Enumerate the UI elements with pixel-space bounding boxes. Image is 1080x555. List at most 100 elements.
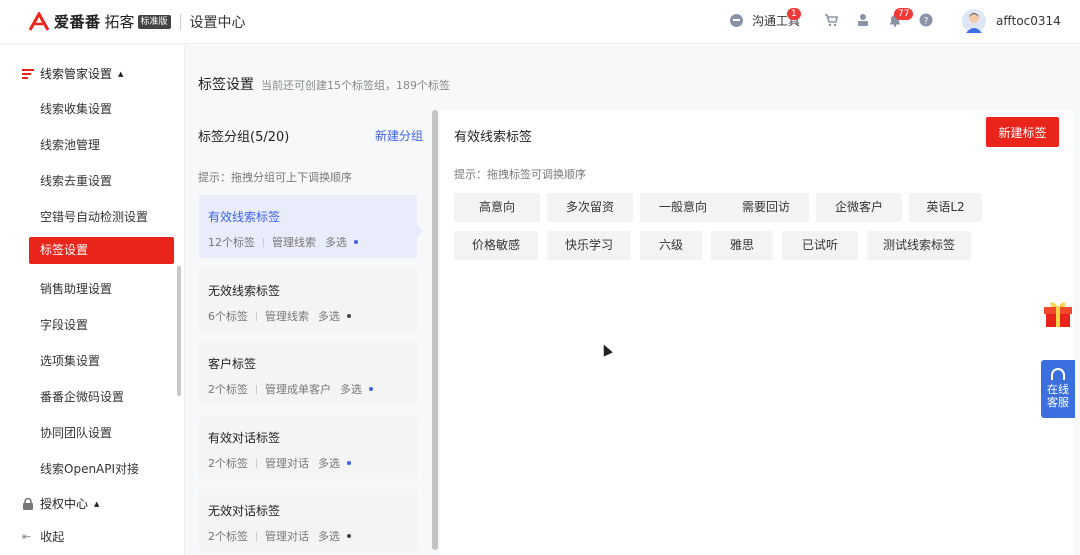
divider xyxy=(263,237,264,247)
avatar[interactable] xyxy=(962,9,986,33)
groups-heading: 标签分组(5/20) xyxy=(198,130,290,145)
tag-chip[interactable]: 高意向 xyxy=(454,193,540,222)
brand-logo-icon xyxy=(28,11,50,31)
page-hint: 当前还可创建15个标签组，189个标签 xyxy=(261,79,450,92)
user-admin-icon[interactable] xyxy=(856,13,870,27)
gift-icon[interactable] xyxy=(1042,298,1074,328)
sidebar-item-number-check[interactable]: 空错号自动检测设置 xyxy=(40,208,148,225)
page-title: 标签设置 xyxy=(198,77,254,93)
tags-panel: 有效线索标签 新建标签 提示：拖拽标签可调换顺序 高意向 多次留资 一般意向 需… xyxy=(440,110,1074,555)
chat-badge: 1 xyxy=(787,8,801,20)
group-manage: 管理线索 xyxy=(265,310,309,323)
group-count: 2个标签 xyxy=(208,457,248,470)
group-mode: 多选 xyxy=(325,236,347,249)
brand-name: 爱番番 xyxy=(54,13,101,31)
sidebar-item-openapi[interactable]: 线索OpenAPI对接 xyxy=(40,460,139,477)
tag-chip[interactable]: 企微客户 xyxy=(816,193,902,222)
tag-chip[interactable]: 六级 xyxy=(640,231,702,260)
group-card[interactable]: 无效对话标签 2个标签 管理对话 多选 xyxy=(199,489,417,552)
tags-heading: 有效线索标签 xyxy=(454,130,533,145)
divider xyxy=(256,531,257,541)
group-meta: 2个标签 管理对话 多选 xyxy=(208,528,351,544)
caret-up-icon: ▲ xyxy=(118,69,124,78)
service-line1: 在线 xyxy=(1047,383,1069,396)
online-service-button[interactable]: 在线 客服 xyxy=(1041,360,1075,418)
group-mode: 多选 xyxy=(340,383,362,396)
dot-icon xyxy=(347,314,351,318)
tag-chip[interactable]: 测试线索标签 xyxy=(867,231,971,260)
group-card[interactable]: 有效对话标签 2个标签 管理对话 多选 xyxy=(199,416,417,479)
sidebar-item-dedupe[interactable]: 线索去重设置 xyxy=(40,172,112,189)
sidebar-group-clue-manager[interactable]: 线索管家设置 ▲ xyxy=(22,65,123,82)
tag-chip[interactable]: 快乐学习 xyxy=(547,231,631,260)
tag-chip[interactable]: 价格敏感 xyxy=(454,231,538,260)
tag-chip[interactable]: 已试听 xyxy=(782,231,858,260)
sidebar-item-sales-assistant[interactable]: 销售助理设置 xyxy=(40,280,112,297)
tag-chip[interactable]: 英语L2 xyxy=(909,193,982,222)
sidebar-item-clue-pool[interactable]: 线索池管理 xyxy=(40,136,100,153)
sidebar-item-team[interactable]: 协同团队设置 xyxy=(40,424,112,441)
caret-up-icon: ▲ xyxy=(94,499,100,508)
help-icon[interactable]: ? xyxy=(919,13,933,27)
collapse-label: 收起 xyxy=(40,530,65,544)
sidebar-item-fields[interactable]: 字段设置 xyxy=(40,316,88,333)
group-meta: 6个标签 管理线索 多选 xyxy=(208,308,351,324)
top-bar: 爱番番 拓客 标准版 设置中心 沟通工具 1 77 ? afftoc0314 xyxy=(0,0,1080,44)
dot-icon xyxy=(354,240,358,244)
group-card[interactable]: 无效线索标签 6个标签 管理线索 多选 xyxy=(199,269,417,332)
sidebar-item-option-sets[interactable]: 选项集设置 xyxy=(40,352,100,369)
sidebar-item-tag-settings[interactable]: 标签设置 xyxy=(29,237,174,264)
dot-icon xyxy=(347,461,351,465)
dot-icon xyxy=(347,534,351,538)
divider xyxy=(256,311,257,321)
new-tag-button[interactable]: 新建标签 xyxy=(986,117,1059,147)
service-line2: 客服 xyxy=(1047,396,1069,409)
sidebar-item-clue-collect[interactable]: 线索收集设置 xyxy=(40,100,112,117)
panel-resize-handle[interactable] xyxy=(432,110,438,550)
tag-chip[interactable]: 一般意向 xyxy=(640,193,726,222)
group-mode: 多选 xyxy=(318,310,340,323)
svg-text:?: ? xyxy=(924,17,929,27)
dot-icon xyxy=(369,387,373,391)
cart-icon[interactable] xyxy=(824,13,838,27)
sidebar-group-auth[interactable]: 授权中心 ▲ xyxy=(22,495,99,512)
username[interactable]: afftoc0314 xyxy=(996,14,1061,28)
brand-logo[interactable]: 爱番番 拓客 标准版 设置中心 xyxy=(28,11,246,32)
group-name: 无效线索标签 xyxy=(208,284,281,298)
title-divider xyxy=(179,13,181,30)
group-manage: 管理成单客户 xyxy=(265,383,331,396)
group-card[interactable]: 客户标签 2个标签 管理成单客户 多选 xyxy=(199,342,417,405)
sidebar-item-wecom-code[interactable]: 番番企微码设置 xyxy=(40,388,124,405)
lock-icon xyxy=(23,497,33,510)
group-manage: 管理对话 xyxy=(265,457,309,470)
new-group-button[interactable]: 新建分组 xyxy=(375,127,423,144)
group-name: 有效对话标签 xyxy=(208,431,281,445)
group-card[interactable]: 有效线索标签 12个标签 管理线索 多选 xyxy=(199,195,417,258)
list-icon xyxy=(22,68,34,79)
notice-badge: 77 xyxy=(894,8,914,20)
sidebar-scrollbar[interactable] xyxy=(177,266,181,396)
selected-pointer xyxy=(417,225,423,237)
divider xyxy=(256,458,257,468)
sidebar-group-label: 线索管家设置 xyxy=(40,67,113,81)
group-manage: 管理线索 xyxy=(272,236,316,249)
group-meta: 2个标签 管理对话 多选 xyxy=(208,455,351,471)
groups-tip: 提示：拖拽分组可上下调换顺序 xyxy=(198,171,352,184)
group-count: 12个标签 xyxy=(208,236,255,249)
edition-badge: 标准版 xyxy=(137,14,171,29)
chat-icon xyxy=(730,14,743,27)
collapse-icon: ⇤ xyxy=(22,530,32,543)
headset-icon xyxy=(1051,368,1065,380)
group-meta: 2个标签 管理成单客户 多选 xyxy=(208,381,373,397)
tag-chip[interactable]: 多次留资 xyxy=(547,193,633,222)
divider xyxy=(256,384,257,394)
group-mode: 多选 xyxy=(318,457,340,470)
group-mode: 多选 xyxy=(318,530,340,543)
collapse-button[interactable]: ⇤ 收起 xyxy=(22,528,64,545)
sidebar: 线索管家设置 ▲ 线索收集设置 线索池管理 线索去重设置 空错号自动检测设置 标… xyxy=(0,45,185,555)
group-count: 2个标签 xyxy=(208,530,248,543)
group-name: 有效线索标签 xyxy=(208,210,281,224)
tag-chip[interactable]: 雅思 xyxy=(711,231,773,260)
tag-chip[interactable]: 需要回访 xyxy=(723,193,809,222)
group-count: 2个标签 xyxy=(208,383,248,396)
